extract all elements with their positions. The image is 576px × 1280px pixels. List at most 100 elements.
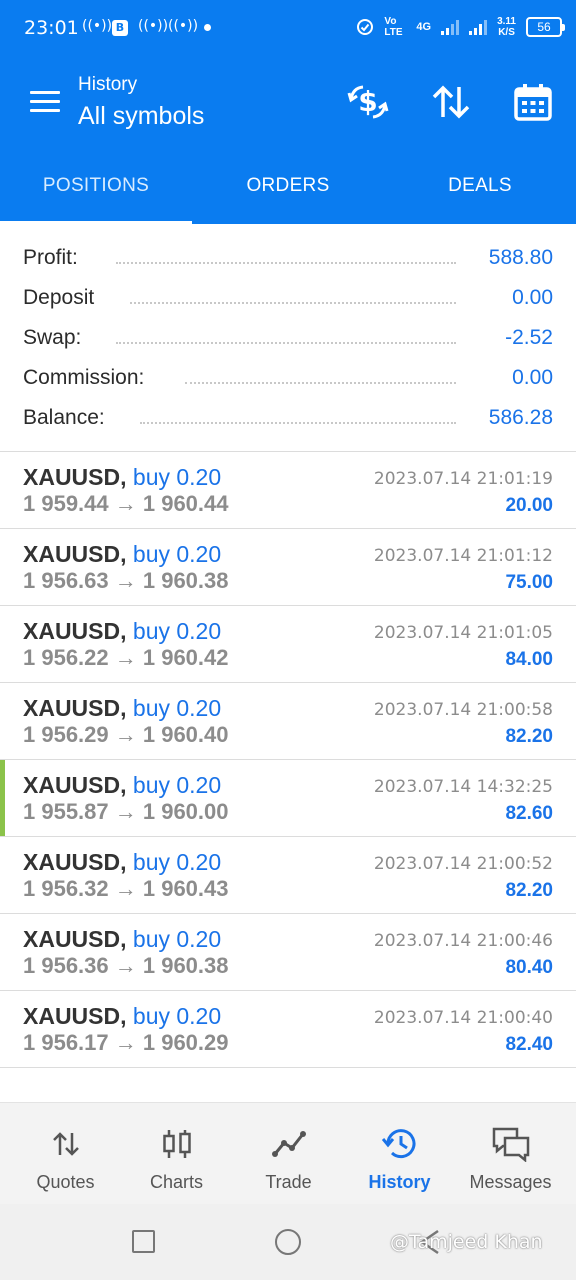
battery-level: 56 <box>537 20 551 34</box>
battery-icon: 56 <box>526 17 565 37</box>
tab-deals[interactable]: DEALS <box>384 148 576 224</box>
list-item[interactable]: XAUUSD, buy 0.20 1 956.29 → 1 960.40 202… <box>0 683 576 760</box>
deal-symbol: XAUUSD, <box>23 1003 127 1029</box>
deal-side: buy 0.20 <box>132 772 222 798</box>
deal-symbol: XAUUSD, <box>23 464 127 490</box>
deal-side: buy 0.20 <box>132 618 222 644</box>
svg-text:$: $ <box>358 85 377 118</box>
nav-history[interactable]: History <box>342 1103 457 1205</box>
deal-profit: 82.20 <box>505 726 553 747</box>
system-navigation-bar: @Tamjeed Khan <box>0 1204 576 1280</box>
volte-label: Vo LTE <box>384 16 403 38</box>
deal-time: 2023.07.14 21:00:46 <box>373 931 553 951</box>
tab-positions[interactable]: POSITIONS <box>0 148 192 224</box>
list-item[interactable]: XAUUSD, buy 0.20 1 956.63 → 1 960.38 202… <box>0 529 576 606</box>
summary-value: 0.00 <box>504 286 553 310</box>
menu-button[interactable] <box>30 91 60 113</box>
list-item[interactable]: XAUUSD, buy 0.20 1 956.36 → 1 960.38 202… <box>0 914 576 991</box>
calendar-button[interactable] <box>511 82 555 122</box>
deal-symbol: XAUUSD, <box>23 849 127 875</box>
nav-trade[interactable]: Trade <box>231 1103 346 1205</box>
tab-indicator <box>0 221 192 224</box>
deal-profit: 82.20 <box>505 880 553 901</box>
summary-label: Balance: <box>23 406 113 430</box>
deal-side: buy 0.20 <box>132 695 222 721</box>
messages-icon <box>453 1127 568 1162</box>
app-bar: History All symbols $ <box>0 56 576 148</box>
recents-button[interactable] <box>132 1230 155 1253</box>
nav-charts[interactable]: Charts <box>119 1103 234 1205</box>
net-speed-value: 3.11 <box>497 16 516 27</box>
deal-prices: 1 956.32 → 1 960.43 <box>23 876 229 901</box>
list-item[interactable]: XAUUSD, buy 0.20 1 956.17 → 1 960.29 202… <box>0 991 576 1068</box>
list-item[interactable]: XAUUSD, buy 0.20 1 959.44 → 1 960.44 202… <box>0 452 576 529</box>
hotspot-icon: ((•)) <box>168 18 199 34</box>
summary-label: Commission: <box>23 366 153 390</box>
list-item[interactable]: XAUUSD, buy 0.20 1 955.87 → 1 960.00 202… <box>0 760 576 837</box>
deal-symbol: XAUUSD, <box>23 772 127 798</box>
list-item[interactable]: XAUUSD, buy 0.20 1 956.32 → 1 960.43 202… <box>0 837 576 914</box>
home-button[interactable] <box>275 1229 301 1255</box>
summary-value: -2.52 <box>497 326 553 350</box>
deal-profit: 80.40 <box>505 957 553 978</box>
signal-2-icon <box>469 19 488 35</box>
deal-profit: 82.60 <box>505 803 553 824</box>
deal-symbol: XAUUSD, <box>23 618 127 644</box>
deal-symbol-line: XAUUSD, buy 0.20 <box>23 1003 221 1030</box>
bottom-navigation: Quotes Charts Trade History Messages <box>0 1102 576 1204</box>
deal-prices: 1 956.36 → 1 960.38 <box>23 953 229 978</box>
page-subtitle: History <box>78 74 138 95</box>
deal-prices: 1 955.87 → 1 960.00 <box>23 799 229 824</box>
deal-time: 2023.07.14 21:00:52 <box>373 854 553 874</box>
deal-symbol-line: XAUUSD, buy 0.20 <box>23 695 221 722</box>
nav-label: Quotes <box>36 1172 95 1192</box>
notification-dot-icon <box>204 24 211 31</box>
hotspot-icon: ((•)) <box>82 18 113 34</box>
sort-button[interactable] <box>429 82 473 122</box>
dotted-leader <box>116 262 456 264</box>
list-item[interactable]: XAUUSD, buy 0.20 1 956.22 → 1 960.42 202… <box>0 606 576 683</box>
deal-profit: 82.40 <box>505 1034 553 1055</box>
deal-time: 2023.07.14 21:00:40 <box>373 1008 553 1028</box>
nav-label: Charts <box>149 1172 203 1192</box>
watermark: @Tamjeed Khan <box>390 1231 543 1253</box>
summary-value: 588.80 <box>480 246 553 270</box>
tab-label: ORDERS <box>246 175 330 196</box>
deal-prices: 1 959.44 → 1 960.44 <box>23 491 229 516</box>
summary-value: 586.28 <box>480 406 553 430</box>
deal-time: 2023.07.14 14:32:25 <box>373 777 553 797</box>
signal-1-icon <box>441 19 460 35</box>
tab-label: DEALS <box>448 175 512 196</box>
nav-label: Trade <box>265 1172 312 1192</box>
deal-prices: 1 956.22 → 1 960.42 <box>23 645 229 670</box>
deal-symbol-line: XAUUSD, buy 0.20 <box>23 541 221 568</box>
deal-profit: 20.00 <box>505 495 553 516</box>
deal-side: buy 0.20 <box>132 541 222 567</box>
tab-orders[interactable]: ORDERS <box>192 148 384 224</box>
sort-arrows-icon <box>432 85 470 119</box>
dotted-leader <box>185 382 456 384</box>
positions-list: XAUUSD, buy 0.20 1 959.44 → 1 960.44 202… <box>0 452 576 1068</box>
status-bar: 23:01 ((•)) B ((•)) ((•)) Vo LTE 4G 3.11… <box>0 0 576 56</box>
history-icon <box>342 1127 457 1161</box>
summary-label: Profit: <box>23 246 86 270</box>
deal-prices: 1 956.17 → 1 960.29 <box>23 1030 229 1055</box>
page-title[interactable]: All symbols <box>78 102 204 131</box>
nav-label: Messages <box>469 1172 552 1192</box>
tab-bar: POSITIONS ORDERS DEALS <box>0 148 576 224</box>
deal-symbol: XAUUSD, <box>23 695 127 721</box>
deal-side: buy 0.20 <box>132 464 222 490</box>
deal-side: buy 0.20 <box>132 1003 222 1029</box>
nav-quotes[interactable]: Quotes <box>8 1103 123 1205</box>
dollar-cycle-icon: $ <box>347 85 389 119</box>
deal-profit: 84.00 <box>505 649 553 670</box>
deal-side: buy 0.20 <box>132 926 222 952</box>
quotes-icon <box>8 1127 123 1161</box>
charts-icon <box>119 1127 234 1161</box>
summary-row-balance: Balance: 586.28 <box>0 398 576 438</box>
deposit-withdraw-button[interactable]: $ <box>346 82 390 122</box>
trade-icon <box>231 1127 346 1161</box>
deal-symbol-line: XAUUSD, buy 0.20 <box>23 618 221 645</box>
status-right: Vo LTE 4G 3.11 K/S 56 <box>356 16 565 38</box>
nav-messages[interactable]: Messages <box>453 1103 568 1205</box>
